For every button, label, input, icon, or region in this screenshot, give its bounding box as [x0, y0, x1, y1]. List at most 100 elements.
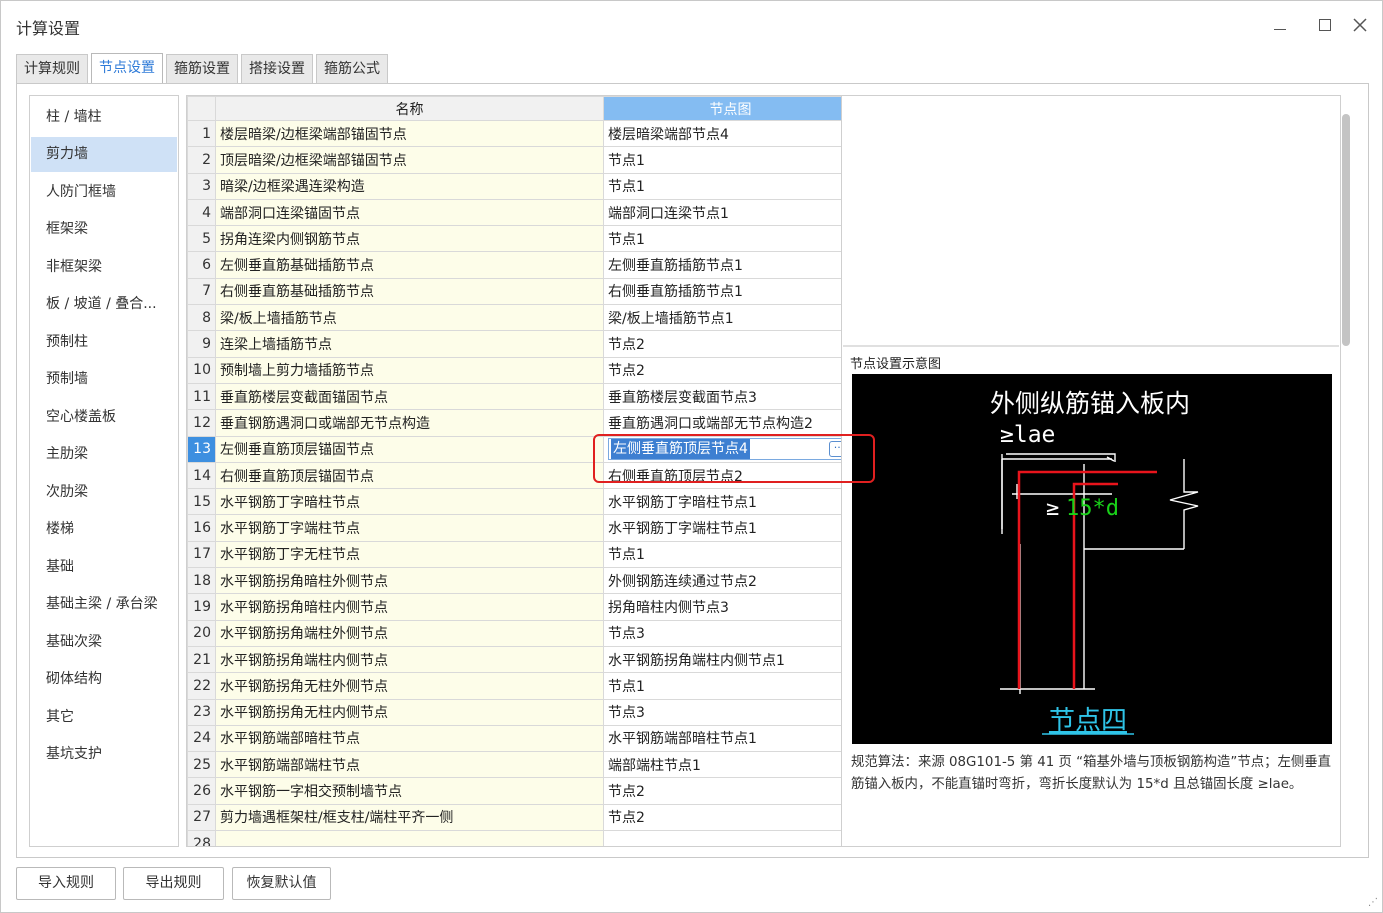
table-row[interactable]: 24 水平钢筋端部暗柱节点 水平钢筋端部暗柱节点1	[187, 724, 856, 753]
table-row[interactable]: 17 水平钢筋丁字无柱节点 节点1	[187, 540, 856, 569]
sidebar-item-hollow-slab[interactable]: 空心楼盖板	[31, 400, 177, 435]
sidebar-item-frame-beam[interactable]: 框架梁	[31, 212, 177, 247]
cell-name[interactable]: 拐角连梁内侧钢筋节点	[215, 225, 604, 253]
cell-node[interactable]: 端部端柱节点1	[603, 751, 856, 779]
cell-node[interactable]: 外侧钢筋连续通过节点2	[603, 567, 856, 595]
table-row[interactable]: 22 水平钢筋拐角无柱外侧节点 节点1	[187, 672, 856, 700]
import-rules-button[interactable]: 导入规则	[16, 867, 116, 900]
table-row[interactable]: 5 拐角连梁内侧钢筋节点 节点1	[187, 225, 856, 253]
tab-lap-settings[interactable]: 搭接设置	[241, 54, 313, 83]
sidebar-item-main-rib-beam[interactable]: 主肋梁	[31, 437, 177, 472]
cell-node[interactable]: 水平钢筋端部暗柱节点1	[603, 724, 856, 753]
tab-stirrup-formula[interactable]: 箍筋公式	[316, 54, 388, 83]
cell-name[interactable]: 水平钢筋端部端柱节点	[215, 751, 604, 779]
maximize-button[interactable]	[1310, 11, 1340, 39]
cell-name[interactable]	[215, 830, 604, 846]
cell-node[interactable]: 节点1	[603, 172, 856, 200]
table-row[interactable]: 7 右侧垂直筋基础插筋节点 右侧垂直筋插筋节点1	[187, 277, 856, 306]
sidebar-item-civil-defense-door-wall[interactable]: 人防门框墙	[31, 175, 177, 210]
cell-node[interactable]: 楼层暗梁端部节点4	[603, 119, 856, 148]
sidebar-item-precast-column[interactable]: 预制柱	[31, 325, 177, 360]
cell-node[interactable]: 节点1	[603, 672, 856, 700]
resize-grip-icon[interactable]: ⋰	[1368, 898, 1380, 910]
preview-scrollbar[interactable]	[1342, 114, 1350, 346]
cell-name[interactable]: 右侧垂直筋基础插筋节点	[215, 277, 604, 306]
cell-node[interactable]	[603, 830, 856, 846]
cell-node[interactable]: 节点3	[603, 619, 856, 647]
cell-node[interactable]: 拐角暗柱内侧节点3	[603, 593, 856, 621]
cell-node[interactable]: 左侧垂直筋插筋节点1	[603, 251, 856, 279]
table-row[interactable]: 21 水平钢筋拐角端柱内侧节点 水平钢筋拐角端柱内侧节点1	[187, 645, 856, 674]
cell-name[interactable]: 水平钢筋拐角端柱外侧节点	[215, 619, 604, 647]
table-row[interactable]: 26 水平钢筋一字相交预制墙节点 节点2	[187, 777, 856, 805]
cell-name[interactable]: 水平钢筋拐角暗柱内侧节点	[215, 593, 604, 621]
sidebar-item-foundation-secondary-beam[interactable]: 基础次梁	[31, 625, 177, 660]
tab-node-settings[interactable]: 节点设置	[91, 53, 163, 83]
table-row[interactable]: 8 梁/板上墙插筋节点 梁/板上墙插筋节点1	[187, 304, 856, 332]
minimize-button[interactable]	[1265, 11, 1295, 39]
sidebar-item-foundation-main-beam[interactable]: 基础主梁 / 承台梁	[31, 587, 177, 622]
sidebar-item-slab[interactable]: 板 / 坡道 / 叠合...	[31, 287, 177, 322]
tab-calc-rules[interactable]: 计算规则	[16, 54, 88, 83]
table-row[interactable]: 23 水平钢筋拐角无柱内侧节点 节点3	[187, 698, 856, 726]
table-row[interactable]: 9 连梁上墙插筋节点 节点2	[187, 330, 856, 358]
cell-name[interactable]: 楼层暗梁/边框梁端部锚固节点	[215, 119, 604, 148]
cell-node[interactable]: 节点2	[603, 356, 856, 384]
cell-node[interactable]: 节点1	[603, 146, 856, 174]
table-row[interactable]: 27 剪力墙遇框架柱/框支柱/端柱平齐一侧 节点2	[187, 803, 856, 832]
tab-stirrup-settings[interactable]: 箍筋设置	[166, 54, 238, 83]
table-row[interactable]: 28	[187, 830, 856, 846]
cell-name[interactable]: 水平钢筋拐角端柱内侧节点	[215, 645, 604, 674]
sidebar-item-pit-support[interactable]: 基坑支护	[31, 737, 177, 772]
sidebar-item-secondary-rib-beam[interactable]: 次肋梁	[31, 475, 177, 510]
table-row[interactable]: 25 水平钢筋端部端柱节点 端部端柱节点1	[187, 751, 856, 779]
cell-name[interactable]: 水平钢筋端部暗柱节点	[215, 724, 604, 753]
table-row[interactable]: 19 水平钢筋拐角暗柱内侧节点 拐角暗柱内侧节点3	[187, 593, 856, 621]
sidebar-item-foundation[interactable]: 基础	[31, 550, 177, 585]
cell-name[interactable]: 垂直筋楼层变截面锚固节点	[215, 382, 604, 411]
cell-node[interactable]: 节点3	[603, 698, 856, 726]
table-row[interactable]: 16 水平钢筋丁字端柱节点 水平钢筋丁字端柱节点1	[187, 514, 856, 542]
table-row[interactable]: 1 楼层暗梁/边框梁端部锚固节点 楼层暗梁端部节点4	[187, 119, 856, 148]
cell-name[interactable]: 暗梁/边框梁遇连梁构造	[215, 172, 604, 200]
cell-name[interactable]: 垂直钢筋遇洞口或端部无节点构造	[215, 409, 604, 437]
table-row[interactable]: 20 水平钢筋拐角端柱外侧节点 节点3	[187, 619, 856, 647]
cell-name[interactable]: 水平钢筋丁字端柱节点	[215, 514, 604, 542]
column-header-node[interactable]: 节点图	[603, 96, 856, 121]
export-rules-button[interactable]: 导出规则	[123, 867, 224, 900]
cell-node[interactable]: 右侧垂直筋插筋节点1	[603, 277, 856, 306]
cell-name[interactable]: 水平钢筋拐角暗柱外侧节点	[215, 567, 604, 595]
cell-name[interactable]: 顶层暗梁/边框梁端部锚固节点	[215, 146, 604, 174]
cell-name[interactable]: 左侧垂直筋基础插筋节点	[215, 251, 604, 279]
cell-name[interactable]: 水平钢筋拐角无柱外侧节点	[215, 672, 604, 700]
cell-name[interactable]: 水平钢筋拐角无柱内侧节点	[215, 698, 604, 726]
sidebar-item-other[interactable]: 其它	[31, 700, 177, 735]
cell-node[interactable]: 垂直筋遇洞口或端部无节点构造2	[603, 409, 856, 437]
sidebar-item-column[interactable]: 柱 / 墙柱	[31, 100, 177, 135]
cell-node[interactable]: 节点2	[603, 777, 856, 805]
cell-node[interactable]: 节点2	[603, 803, 856, 832]
table-row[interactable]: 6 左侧垂直筋基础插筋节点 左侧垂直筋插筋节点1	[187, 251, 856, 279]
cell-name[interactable]: 剪力墙遇框架柱/框支柱/端柱平齐一侧	[215, 803, 604, 832]
cell-node[interactable]: 节点1	[603, 225, 856, 253]
sidebar-item-non-frame-beam[interactable]: 非框架梁	[31, 250, 177, 285]
table-row[interactable]: 12 垂直钢筋遇洞口或端部无节点构造 垂直筋遇洞口或端部无节点构造2	[187, 409, 856, 437]
cell-name[interactable]: 预制墙上剪力墙插筋节点	[215, 356, 604, 384]
close-button[interactable]	[1345, 11, 1375, 39]
cell-name[interactable]: 右侧垂直筋顶层锚固节点	[215, 461, 604, 490]
cell-node[interactable]: 水平钢筋丁字端柱节点1	[603, 514, 856, 542]
sidebar-item-shear-wall[interactable]: 剪力墙	[31, 137, 177, 172]
cell-node[interactable]: 梁/板上墙插筋节点1	[603, 304, 856, 332]
cell-name[interactable]: 端部洞口连梁锚固节点	[215, 198, 604, 227]
sidebar-item-stairs[interactable]: 楼梯	[31, 512, 177, 547]
column-header-name[interactable]: 名称	[215, 96, 604, 121]
cell-name[interactable]: 左侧垂直筋顶层锚固节点	[215, 435, 604, 463]
table-row[interactable]: 11 垂直筋楼层变截面锚固节点 垂直筋楼层变截面节点3	[187, 382, 856, 411]
table-row[interactable]: 15 水平钢筋丁字暗柱节点 水平钢筋丁字暗柱节点1	[187, 488, 856, 516]
cell-name[interactable]: 梁/板上墙插筋节点	[215, 304, 604, 332]
restore-defaults-button[interactable]: 恢复默认值	[232, 867, 331, 900]
cell-name[interactable]: 水平钢筋一字相交预制墙节点	[215, 777, 604, 805]
table-row[interactable]: 18 水平钢筋拐角暗柱外侧节点 外侧钢筋连续通过节点2	[187, 567, 856, 595]
cell-node[interactable]: 节点2	[603, 330, 856, 358]
sidebar-item-masonry[interactable]: 砌体结构	[31, 662, 177, 697]
